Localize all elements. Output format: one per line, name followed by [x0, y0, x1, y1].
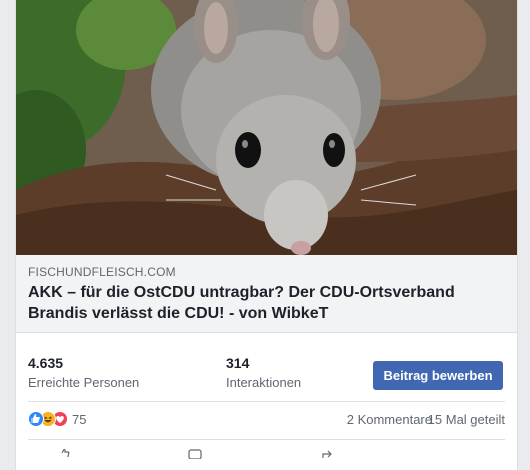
link-preview-box[interactable]: FISCHUNDFLEISCH.COM AKK – für die OstCDU…: [16, 255, 517, 333]
post-card: FISCHUNDFLEISCH.COM AKK – für die OstCDU…: [15, 0, 518, 470]
comment-action-icon[interactable]: [188, 446, 202, 460]
mouse-photo: [16, 0, 517, 255]
link-domain: FISCHUNDFLEISCH.COM: [28, 265, 176, 279]
reach-label: Erreichte Personen: [28, 375, 140, 390]
link-preview-image[interactable]: [16, 0, 517, 255]
engagement-value: 314: [226, 355, 250, 371]
reactions-row: 75 2 Kommentare 15 Mal geteilt: [16, 409, 517, 431]
engagement-label: Interaktionen: [226, 375, 302, 390]
like-action-icon[interactable]: [58, 446, 72, 458]
reaction-count[interactable]: 75: [72, 412, 86, 427]
divider: [28, 401, 505, 402]
shares-count[interactable]: 15 Mal geteilt: [428, 412, 505, 427]
divider: [28, 439, 505, 440]
like-icon[interactable]: [28, 411, 44, 427]
promote-post-button[interactable]: Beitrag bewerben: [373, 361, 503, 390]
link-headline[interactable]: AKK – für die OstCDU untragbar? Der CDU-…: [28, 282, 498, 324]
comments-count[interactable]: 2 Kommentare: [347, 412, 432, 427]
reach-value: 4.635: [28, 355, 64, 371]
post-insights: 4.635 Erreichte Personen 314 Interaktion…: [16, 345, 517, 405]
share-action-icon[interactable]: [321, 446, 335, 458]
